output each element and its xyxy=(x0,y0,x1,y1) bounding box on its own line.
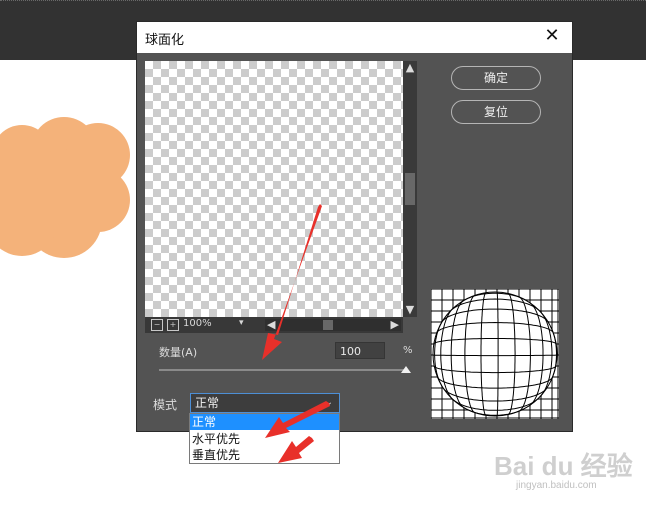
amount-slider-thumb[interactable] xyxy=(401,366,411,373)
scroll-down-icon[interactable]: ▼ xyxy=(403,303,417,317)
preview-vertical-scrollbar[interactable]: ▲ ▼ xyxy=(403,61,417,317)
grid-line xyxy=(431,354,559,357)
mode-option-horizontal[interactable]: 水平优先 xyxy=(190,431,339,447)
zoom-level: 100% xyxy=(183,318,212,329)
mode-option-vertical[interactable]: 垂直优先 xyxy=(190,447,339,463)
zoom-level-select[interactable]: 100% ▾ xyxy=(183,318,253,330)
spherize-thumbnail xyxy=(431,289,559,419)
reset-button[interactable]: 复位 xyxy=(451,100,541,124)
preview-horizontal-scrollbar[interactable]: ◀ ▶ xyxy=(265,318,401,331)
cloud-shape xyxy=(0,117,130,258)
grid-line xyxy=(431,365,559,374)
scroll-right-icon[interactable]: ▶ xyxy=(391,318,399,331)
mode-select[interactable]: 正常 ⌄ xyxy=(190,393,340,413)
zoom-out-icon[interactable]: − xyxy=(151,319,163,331)
mode-option-normal[interactable]: 正常 xyxy=(190,414,339,430)
chevron-down-icon: ⌄ xyxy=(324,397,333,408)
mode-selected-value: 正常 xyxy=(195,396,220,410)
dialog-title: 球面化 xyxy=(145,33,185,48)
mode-label: 模式 xyxy=(153,398,178,412)
close-icon[interactable]: ✕ xyxy=(542,26,562,46)
scroll-left-icon[interactable]: ◀ xyxy=(267,318,275,331)
amount-unit: % xyxy=(403,345,413,356)
watermark-brand: Bai du 经验 xyxy=(494,451,633,481)
watermark-url: jingyan.baidu.com xyxy=(516,480,597,491)
amount-label: 数量(A) xyxy=(159,346,198,359)
zoom-in-icon[interactable]: + xyxy=(167,319,179,331)
preview-canvas[interactable] xyxy=(145,61,403,317)
chevron-down-icon: ▾ xyxy=(239,318,244,328)
scroll-thumb[interactable] xyxy=(405,173,415,205)
grid-line xyxy=(431,338,559,345)
grid-line xyxy=(496,289,499,419)
ok-button[interactable]: 确定 xyxy=(451,66,541,90)
amount-input[interactable]: 100 xyxy=(335,342,385,359)
amount-slider-track[interactable] xyxy=(159,369,407,371)
mode-dropdown-list: 正常 水平优先 垂直优先 xyxy=(189,413,340,464)
h-scroll-thumb[interactable] xyxy=(323,320,333,330)
grid-line xyxy=(480,289,487,419)
dialog-title-bar: 球面化 ✕ xyxy=(137,22,572,53)
zoom-bar: − + 100% ▾ ◀ ▶ xyxy=(145,317,403,333)
baidu-watermark: Bai du 经验 jingyan.baidu.com xyxy=(494,446,633,491)
scroll-up-icon[interactable]: ▲ xyxy=(403,61,417,75)
